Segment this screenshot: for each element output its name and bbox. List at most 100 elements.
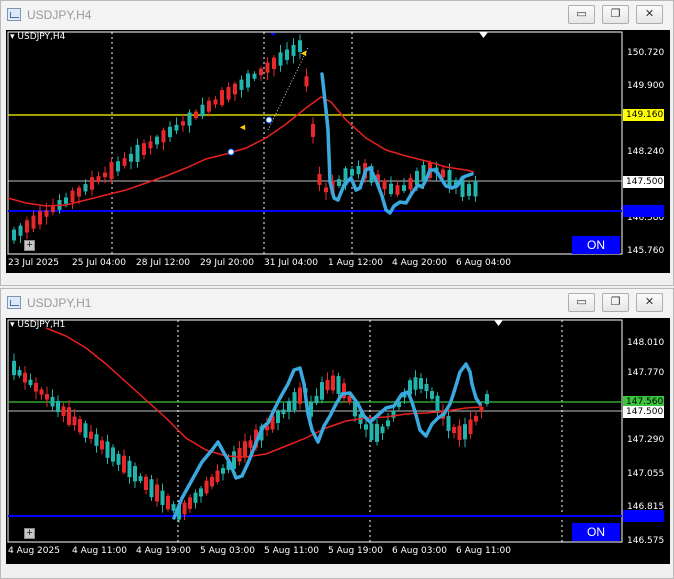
candle-body: [272, 57, 276, 69]
time-label: 4 Aug 20:00: [392, 258, 447, 268]
candle-body: [215, 470, 220, 483]
maximize-button[interactable]: ❐: [602, 5, 629, 24]
time-label: 6 Aug 03:00: [392, 546, 447, 556]
candle-body: [298, 387, 302, 404]
candle-body: [144, 476, 148, 490]
candle-body: [188, 497, 192, 509]
maximize-button[interactable]: ❐: [602, 293, 629, 312]
candle-body: [237, 447, 242, 462]
candle-body: [452, 426, 456, 433]
time-label: 4 Aug 19:00: [136, 546, 191, 556]
candle-body: [181, 121, 185, 126]
price-label: 150.720: [627, 48, 665, 58]
time-label: 28 Jul 12:00: [136, 258, 190, 268]
plus-icon[interactable]: +: [24, 240, 35, 251]
close-button[interactable]: ✕: [636, 5, 663, 24]
candle-body: [278, 52, 283, 66]
candle-body: [155, 484, 159, 502]
candle-body: [252, 73, 257, 79]
blue-line-price-tag: 146.700: [623, 510, 664, 522]
candle-body: [50, 396, 55, 407]
candle-body: [402, 185, 406, 191]
current-price-tag: 147.500: [623, 406, 664, 418]
candle-body: [485, 393, 489, 405]
candle-body: [39, 389, 44, 395]
candle-body: [72, 416, 77, 426]
candle-body: [83, 184, 88, 192]
candles: [12, 353, 489, 523]
arrow-marker: ◄: [238, 122, 247, 132]
plot-frame: [7, 31, 623, 255]
candle-body: [292, 392, 297, 411]
candle-body: [424, 384, 429, 392]
price-label: 148.010: [627, 338, 665, 348]
title-bar[interactable]: USDJPY,H1 ▭ ❐ ✕: [1, 289, 673, 317]
time-label: 6 Aug 04:00: [456, 258, 511, 268]
candle-body: [291, 44, 296, 56]
shift-marker: [494, 320, 503, 326]
candle-body: [430, 391, 434, 399]
chart-symbol-label: ▾ USDJPY,H1: [10, 320, 66, 330]
candle-body: [67, 407, 71, 425]
on-toggle-button[interactable]: ON: [572, 523, 620, 541]
candle-body: [149, 479, 154, 498]
candle-body: [248, 440, 253, 448]
candle-body: [204, 480, 209, 494]
candle-body: [138, 476, 143, 481]
candle-body: [17, 369, 22, 376]
candle-body: [116, 453, 121, 465]
candle-body: [331, 375, 335, 391]
window-title: USDJPY,H4: [27, 8, 92, 22]
minimize-button[interactable]: ▭: [568, 293, 595, 312]
plus-icon[interactable]: +: [24, 528, 35, 539]
candle-body: [375, 423, 379, 442]
candle-body: [148, 141, 153, 149]
candle-body: [168, 126, 172, 138]
candle-body: [187, 112, 192, 126]
minimize-button[interactable]: ▭: [568, 5, 595, 24]
candle-body: [25, 220, 29, 233]
fractal-marker: [227, 148, 235, 156]
price-chart[interactable]: ◄ ◄ ▾ USDJPY,H4 150.720 149.900 148.240 …: [6, 30, 670, 273]
candle-body: [171, 504, 176, 511]
candle-body: [135, 144, 140, 162]
chart-window-h1[interactable]: USDJPY,H1 ▭ ❐ ✕ ▾ USDJPY,H1 148.010 147.…: [0, 288, 674, 579]
close-button[interactable]: ✕: [636, 293, 663, 312]
candle-body: [31, 215, 36, 229]
candle-body: [122, 455, 126, 473]
candle-body: [364, 424, 368, 430]
candle-body: [111, 447, 115, 462]
candle-body: [161, 130, 166, 143]
on-toggle-button[interactable]: ON: [572, 236, 620, 254]
candle-body: [285, 49, 289, 60]
candle-body: [408, 177, 413, 190]
chart-window-h4[interactable]: USDJPY,H4 ▭ ❐ ✕ ◄ ◄ ▾ USDJPY,H4 150.720 …: [0, 0, 674, 286]
candle-body: [395, 185, 400, 195]
candle-body: [89, 431, 93, 439]
chart-canvas[interactable]: ◄ ◄: [6, 30, 670, 273]
candle-body: [246, 73, 250, 88]
candle-body: [194, 111, 198, 118]
candle-body: [336, 376, 341, 394]
title-bar[interactable]: USDJPY,H4 ▭ ❐ ✕: [1, 1, 673, 29]
candle-body: [64, 197, 68, 204]
candle-body: [221, 468, 225, 474]
candle-body: [122, 158, 127, 166]
close-icon: ✕: [644, 296, 655, 308]
candle-body: [116, 161, 120, 172]
candle-body: [320, 382, 324, 400]
candle-body: [90, 177, 94, 190]
candle-body: [155, 136, 159, 145]
candle-body: [337, 179, 341, 186]
chart-window-icon: [7, 8, 21, 21]
chart-canvas[interactable]: [6, 318, 670, 564]
candle-body: [78, 419, 82, 433]
symbol-text: USDJPY,H4: [17, 32, 66, 42]
candle-body: [239, 79, 244, 90]
minimize-icon: ▭: [576, 296, 587, 308]
candle-body: [199, 488, 203, 497]
candle-body: [127, 460, 132, 478]
price-chart[interactable]: ▾ USDJPY,H1 148.010 147.770 147.290 147.…: [6, 318, 670, 564]
restore-icon: ❐: [610, 296, 621, 308]
time-label: 5 Aug 11:00: [264, 546, 319, 556]
